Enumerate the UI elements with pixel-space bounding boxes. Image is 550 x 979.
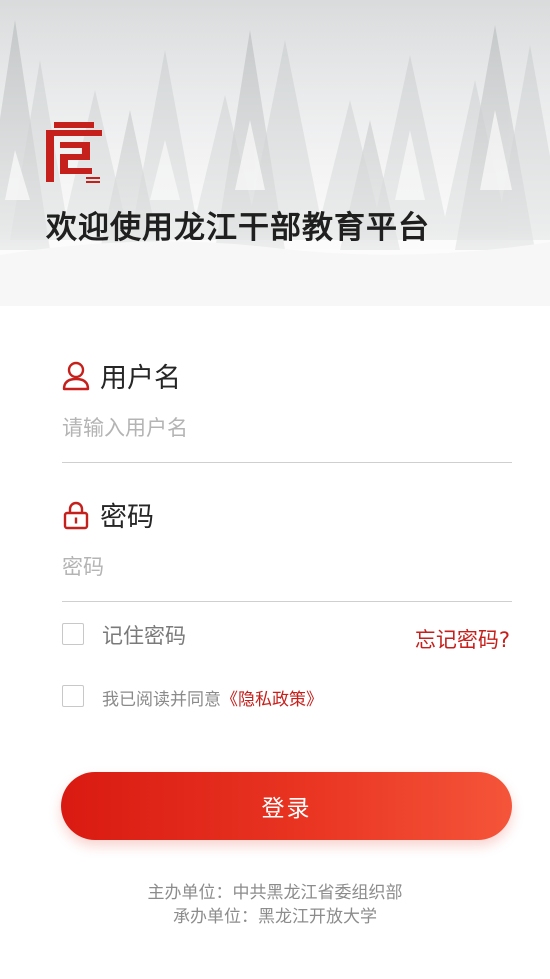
lock-icon [63, 501, 89, 529]
footer-organizer-unit: 承办单位：黑龙江开放大学 [173, 907, 377, 927]
username-label: 用户名 [62, 356, 181, 395]
agree-prefix: 我已阅读并同意 [102, 690, 221, 710]
password-label-text: 密码 [100, 502, 154, 533]
agree-privacy-checkbox[interactable] [62, 685, 84, 707]
privacy-policy-link[interactable]: 《隐私政策》 [221, 690, 323, 710]
password-input[interactable] [62, 547, 512, 587]
welcome-title: 欢迎使用龙江干部教育平台 [46, 210, 430, 246]
password-underline [62, 601, 512, 602]
password-label: 密码 [62, 495, 154, 534]
privacy-agreement-text: 我已阅读并同意《隐私政策》 [102, 685, 323, 710]
login-button[interactable]: 登录 [61, 772, 512, 840]
remember-password-checkbox[interactable] [62, 623, 84, 645]
remember-password-label: 记住密码 [102, 624, 186, 648]
forgot-password-link[interactable]: 忘记密码? [415, 624, 510, 654]
username-input[interactable] [62, 408, 512, 448]
footer-host-unit: 主办单位：中共黑龙江省委组织部 [147, 883, 403, 903]
platform-logo [46, 122, 102, 183]
user-icon [62, 361, 90, 390]
footer: 主办单位：中共黑龙江省委组织部 承办单位：黑龙江开放大学 [0, 881, 550, 929]
username-underline [62, 462, 512, 463]
username-label-text: 用户名 [100, 363, 181, 394]
header-banner: 欢迎使用龙江干部教育平台 [0, 0, 550, 306]
